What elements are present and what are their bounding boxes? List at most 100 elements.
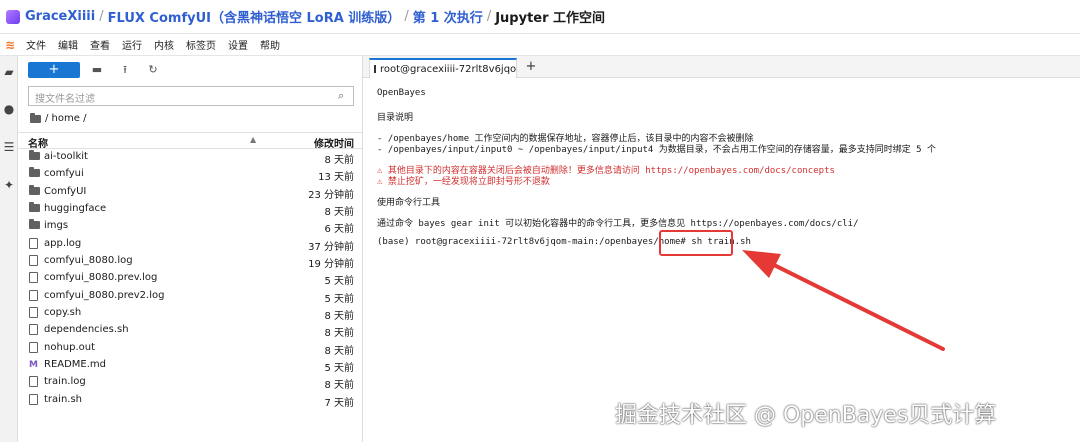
terminal-tool-line: 通过命令 bayes gear init 可以初始化容器中的命令行工具，更多信息… xyxy=(377,219,859,229)
file-icon xyxy=(29,324,41,336)
breadcrumb-user-link[interactable]: GraceXiiii xyxy=(25,9,95,24)
file-filter-input[interactable]: 搜文件名过滤 xyxy=(28,86,354,106)
file-list-item[interactable]: comfyui_8080.prev2.log 5 天前 xyxy=(18,288,362,305)
search-icon: ⌕ xyxy=(338,89,345,102)
file-name: huggingface xyxy=(44,203,107,215)
file-modified-time: 7 天前 xyxy=(324,397,354,409)
file-modified-time: 37 分钟前 xyxy=(308,241,354,253)
file-name: comfyui xyxy=(44,168,84,180)
file-name: nohup.out xyxy=(44,341,96,353)
file-icon xyxy=(29,376,41,388)
file-list-item[interactable]: comfyui_8080.prev.log 5 天前 xyxy=(18,270,362,287)
refresh-icon[interactable]: ↻ xyxy=(146,63,160,77)
path-label: / home / xyxy=(45,113,87,124)
file-list-item[interactable]: dependencies.sh 8 天前 xyxy=(18,322,362,339)
file-list-item[interactable]: comfyui_8080.log 19 分钟前 xyxy=(18,253,362,270)
menu-tabs[interactable]: 标签页 xyxy=(186,37,216,52)
file-list-item[interactable]: app.log 37 分钟前 xyxy=(18,236,362,253)
file-list-header: 名称 ▲ 修改时间 xyxy=(18,132,362,150)
file-name: imgs xyxy=(44,220,69,232)
upload-icon[interactable]: ⭱ xyxy=(118,63,132,77)
file-list-item[interactable]: ComfyUI 23 分钟前 xyxy=(18,184,362,201)
file-modified-time: 8 天前 xyxy=(324,207,354,219)
folder-icon xyxy=(29,167,41,179)
file-list-item[interactable]: copy.sh 8 天前 xyxy=(18,305,362,322)
file-icon xyxy=(29,341,41,353)
add-tab-button[interactable]: + xyxy=(523,59,539,75)
terminal-dir-title: 目录说明 xyxy=(377,113,414,123)
file-list-item[interactable]: train.log 8 天前 xyxy=(18,374,362,391)
terminal-dir-line-2: - /openbayes/input/input0 ~ /openbayes/i… xyxy=(377,145,937,155)
file-modified-time: 5 天前 xyxy=(324,293,354,305)
file-name: README.md xyxy=(44,359,107,371)
markdown-icon: M xyxy=(29,360,38,371)
file-list-item[interactable]: huggingface 8 天前 xyxy=(18,201,362,218)
file-modified-time: 5 天前 xyxy=(324,276,354,288)
menu-edit[interactable]: 编辑 xyxy=(58,37,78,52)
breadcrumb-separator: / xyxy=(99,9,104,24)
file-name: train.log xyxy=(44,376,86,388)
folder-icon xyxy=(30,112,41,123)
terminal-panel[interactable]: OpenBayes 目录说明 - /openbayes/home 工作空间内的数… xyxy=(363,78,1080,442)
extension-icon[interactable]: ✦ xyxy=(2,178,16,192)
app-logo-icon xyxy=(6,9,20,24)
new-folder-icon[interactable]: ▬ xyxy=(90,63,104,77)
menu-file[interactable]: 文件 xyxy=(26,37,46,52)
breadcrumb-separator: / xyxy=(404,9,409,24)
watermark: 掘金技术社区 @ OpenBayes贝式计算 xyxy=(615,403,997,428)
toc-icon[interactable]: ☰ xyxy=(2,140,16,154)
file-list-item[interactable]: ai-toolkit 8 天前 xyxy=(18,149,362,166)
command-highlight-box xyxy=(659,230,733,256)
main-tab-bar: root@gracexiiii-72rlt8v6jqo ✕ + xyxy=(363,56,1080,78)
file-modified-time: 8 天前 xyxy=(324,380,354,392)
file-list-item[interactable]: imgs 6 天前 xyxy=(18,218,362,235)
file-name: comfyui_8080.prev2.log xyxy=(44,289,165,301)
file-list: ai-toolkit 8 天前 comfyui 13 天前 ComfyUI 23 分钟前 h… xyxy=(18,149,362,409)
file-list-item[interactable]: comfyui 13 天前 xyxy=(18,166,362,183)
breadcrumb-run-link[interactable]: 第 1 次执行 xyxy=(413,7,483,26)
activity-bar: ▰ ● ☰ ✦ xyxy=(0,56,18,442)
breadcrumb-project-link[interactable]: FLUX ComfyUI（含黑神话悟空 LoRA 训练版） xyxy=(108,7,401,26)
menu-run[interactable]: 运行 xyxy=(122,37,142,52)
breadcrumb: GraceXiiii / FLUX ComfyUI（含黑神话悟空 LoRA 训练… xyxy=(0,0,1080,34)
file-modified-time: 13 天前 xyxy=(318,172,354,184)
column-name-header[interactable]: 名称 xyxy=(28,135,48,150)
running-icon[interactable]: ● xyxy=(2,102,16,116)
folder-icon xyxy=(29,150,41,162)
folder-icon xyxy=(29,202,41,214)
terminal-warning-2: ⚠ 禁止挖矿，一经发现将立即封号形不退款 xyxy=(377,177,550,187)
file-name: train.sh xyxy=(44,393,83,405)
file-icon xyxy=(29,393,41,405)
menu-bar: ≋ 文件 编辑 查看 运行 内核 标签页 设置 帮助 xyxy=(0,34,1080,56)
file-modified-time: 8 天前 xyxy=(324,155,354,166)
file-icon xyxy=(29,255,41,267)
new-launcher-button[interactable]: + xyxy=(28,62,80,78)
file-modified-time: 5 天前 xyxy=(324,363,354,375)
file-icon xyxy=(29,272,41,284)
terminal-tool-title: 使用命令行工具 xyxy=(377,198,441,208)
file-name: ai-toolkit xyxy=(44,151,88,162)
breadcrumb-current: Jupyter 工作空间 xyxy=(495,11,606,26)
folder-icon[interactable]: ▰ xyxy=(2,65,16,79)
menu-view[interactable]: 查看 xyxy=(90,37,110,52)
file-list-item[interactable]: train.sh 7 天前 xyxy=(18,392,362,409)
file-browser-toolbar: + ▬ ⭱ ↻ xyxy=(28,61,160,79)
file-modified-time: 8 天前 xyxy=(324,328,354,340)
column-modified-header[interactable]: 修改时间 xyxy=(314,135,354,150)
file-icon xyxy=(29,237,41,249)
file-list-item[interactable]: nohup.out 8 天前 xyxy=(18,340,362,357)
file-modified-time: 8 天前 xyxy=(324,345,354,357)
menu-help[interactable]: 帮助 xyxy=(260,37,280,52)
terminal-icon xyxy=(374,65,376,73)
file-modified-time: 23 分钟前 xyxy=(308,189,354,201)
file-browser-path[interactable]: / home / xyxy=(30,112,87,124)
file-name: comfyui_8080.prev.log xyxy=(44,272,158,284)
menu-kernel[interactable]: 内核 xyxy=(154,37,174,52)
menu-settings[interactable]: 设置 xyxy=(228,37,248,52)
file-browser: + ▬ ⭱ ↻ 搜文件名过滤 ⌕ / home / 名称 ▲ 修改时间 ai-t… xyxy=(18,56,363,442)
sort-ascending-icon[interactable]: ▲ xyxy=(250,135,256,144)
file-list-item[interactable]: M README.md 5 天前 xyxy=(18,357,362,374)
file-name: comfyui_8080.log xyxy=(44,255,133,267)
file-modified-time: 8 天前 xyxy=(324,311,354,323)
terminal-tab[interactable]: root@gracexiiii-72rlt8v6jqo ✕ xyxy=(369,58,517,78)
